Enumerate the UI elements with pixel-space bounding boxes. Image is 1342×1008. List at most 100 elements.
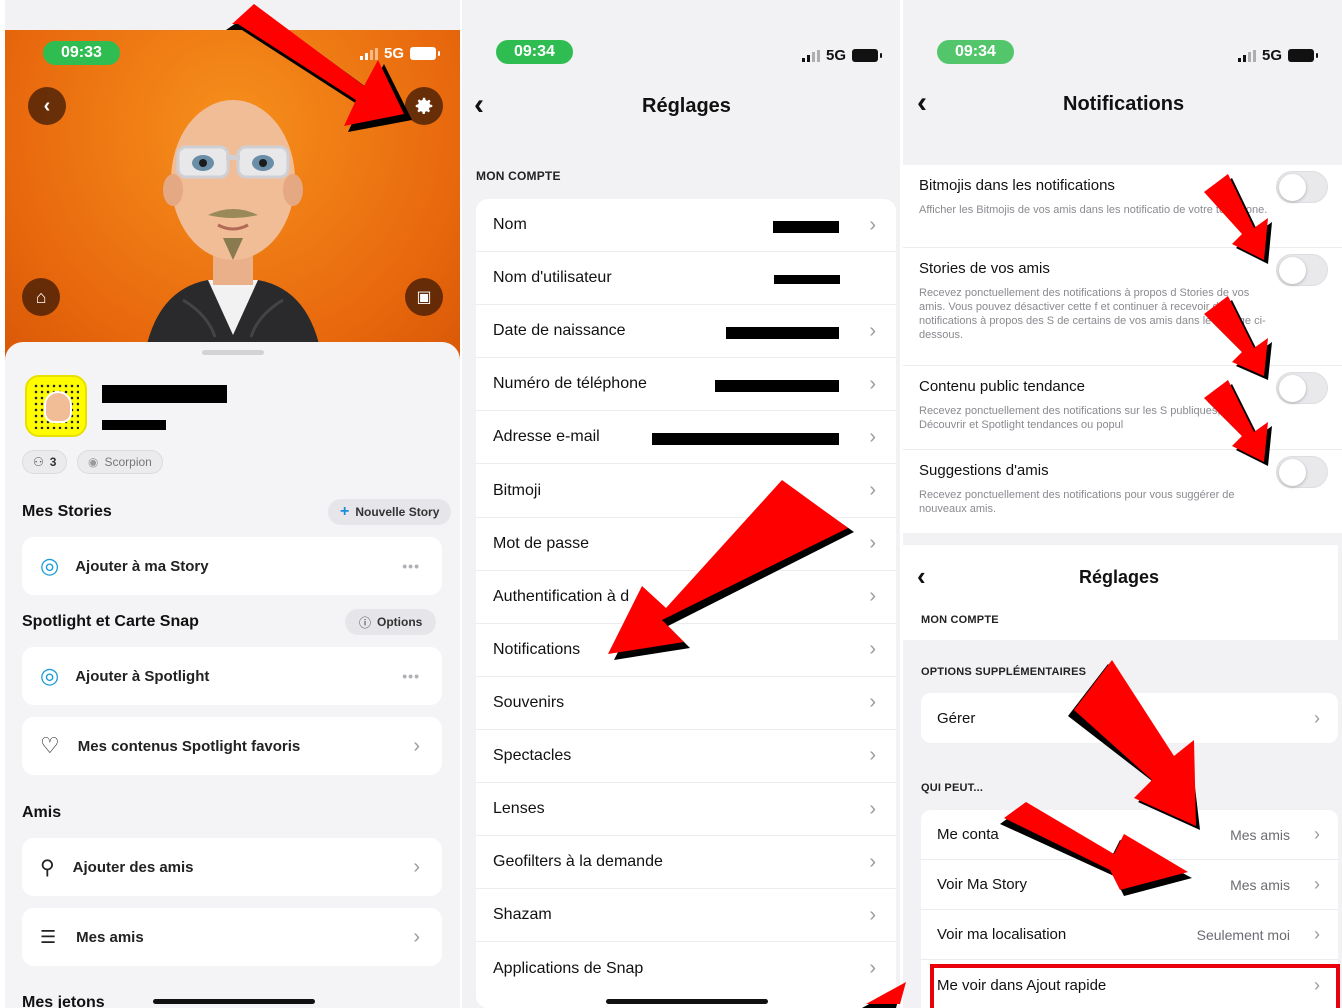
settings-row-birthday[interactable]: Date de naissance › [476, 305, 896, 359]
chevron-left-icon: ‹ [917, 86, 927, 119]
redacted-value [652, 433, 839, 446]
quick-add-highlight [930, 964, 1340, 1008]
manage-row[interactable]: Gérer › [921, 693, 1338, 743]
sheet-grabber[interactable] [202, 350, 264, 355]
profile-screen: 09:33 5G ‹ ⌂ ▣ ⚇ 3 ◉ Scorpion Mes Storie… [5, 0, 460, 1008]
settings-row-notifications[interactable]: Notifications › [476, 624, 896, 677]
signal-icon [1237, 49, 1256, 62]
network-label: 5G [1261, 47, 1282, 64]
chevron-right-icon: › [413, 925, 420, 948]
friends-title: Amis [22, 804, 62, 821]
settings-row-shazam[interactable]: Shazam › [476, 889, 896, 943]
settings-row-lenses[interactable]: Lenses › [476, 783, 896, 837]
settings-row-password[interactable]: Mot de passe › [476, 518, 896, 571]
who-row-story[interactable]: Voir Ma Story Mes amis › [921, 860, 1338, 910]
chevron-right-icon: › [413, 734, 420, 757]
page-title: Réglages [642, 95, 731, 117]
plus-icon: + [340, 503, 350, 520]
back-button[interactable]: ‹ [917, 88, 927, 118]
trending-toggle[interactable] [1276, 372, 1328, 404]
chevron-right-icon: › [869, 213, 876, 236]
spotlight-title: Spotlight et Carte Snap [22, 613, 199, 630]
battery-icon [410, 47, 440, 60]
bitmoji-header: 09:33 5G ‹ ⌂ ▣ [5, 30, 460, 360]
add-spotlight-card[interactable]: ◎ Ajouter à Spotlight ••• [22, 647, 442, 705]
settings-row-2fa[interactable]: Authentification à d › [476, 571, 896, 624]
settings-row-spectacles[interactable]: Spectacles › [476, 730, 896, 784]
more-icon[interactable]: ••• [402, 668, 420, 684]
friend-score-badge[interactable]: ⚇ 3 [22, 450, 68, 474]
settings-button[interactable] [405, 87, 443, 125]
my-friends-card[interactable]: ☰ Mes amis › [22, 908, 442, 966]
settings-row-bitmoji[interactable]: Bitmoji › [476, 464, 896, 518]
section-label: MON COMPTE [921, 614, 999, 626]
settings-list: Nom › Nom d'utilisateur Date de naissance… [476, 199, 896, 1008]
settings-row-name[interactable]: Nom › [476, 199, 896, 253]
friend-stories-toggle[interactable] [1276, 254, 1328, 286]
chevron-right-icon: › [413, 855, 420, 878]
status-icons: 5G [359, 45, 440, 62]
options-button[interactable]: ⓘ Options [345, 609, 437, 635]
who-row-contact[interactable]: Me conta Mes amis › [921, 810, 1338, 860]
camera-icon: ◎ [40, 663, 60, 688]
zodiac-badge[interactable]: ◉ Scorpion [77, 450, 163, 474]
more-icon[interactable]: ••• [402, 558, 420, 574]
chevron-right-icon: › [869, 957, 876, 980]
page-title: Réglages [1079, 567, 1160, 587]
redacted-value [774, 275, 840, 285]
chevron-right-icon: › [869, 479, 876, 502]
signal-icon [359, 47, 378, 60]
friends-list-icon: ☰ [40, 926, 57, 947]
settings-row-username[interactable]: Nom d'utilisateur [476, 252, 896, 306]
info-icon: ⓘ [359, 615, 372, 630]
bitmojis-toggle[interactable] [1276, 171, 1328, 203]
chevron-right-icon: › [869, 425, 876, 448]
who-row-location[interactable]: Voir ma localisation Seulement moi › [921, 910, 1338, 960]
notification-row-trending: Contenu public tendance Recevez ponctuel… [903, 366, 1342, 450]
settings-inset: ‹ Réglages MON COMPTE OPTIONS SUPPLÉMENT… [903, 545, 1342, 1008]
notification-row-bitmojis: Bitmojis dans les notifications Afficher… [903, 165, 1342, 248]
settings-row-email[interactable]: Adresse e-mail › [476, 411, 896, 465]
profile-sheet: ⚇ 3 ◉ Scorpion Mes Stories + Nouvelle Story… [5, 342, 460, 1008]
section-label: OPTIONS SUPPLÉMENTAIRES [921, 666, 1087, 678]
add-user-icon: ⚲ [40, 856, 55, 879]
options-list: Gérer › [921, 693, 1338, 743]
redacted-value [773, 221, 839, 233]
stories-title: Mes Stories [22, 503, 112, 520]
add-friends-card[interactable]: ⚲ Ajouter des amis › [22, 838, 442, 896]
wardrobe-button[interactable]: ⌂ [22, 278, 60, 316]
notification-row-friend-stories: Stories de vos amis Recevez ponctuelleme… [903, 248, 1342, 366]
section-label: MON COMPTE [476, 169, 561, 183]
chevron-right-icon: › [869, 744, 876, 767]
chevron-right-icon: › [869, 532, 876, 555]
settings-row-snap-apps[interactable]: Applications de Snap › [476, 942, 896, 995]
photo-button[interactable]: ▣ [405, 278, 443, 316]
back-button[interactable]: ‹ [917, 561, 926, 591]
chevron-left-icon: ‹ [474, 88, 484, 121]
new-story-button[interactable]: + Nouvelle Story [328, 499, 452, 525]
section-label: QUI PEUT... [921, 782, 984, 794]
settings-row-geofilters[interactable]: Geofilters à la demande › [476, 836, 896, 890]
settings-row-phone[interactable]: Numéro de téléphone › [476, 358, 896, 412]
back-button[interactable]: ‹ [474, 90, 484, 120]
chevron-right-icon: › [869, 319, 876, 342]
chevron-right-icon: › [1314, 924, 1320, 944]
battery-icon [852, 49, 882, 62]
spotlight-favorites-card[interactable]: ♡ Mes contenus Spotlight favoris › [22, 717, 442, 775]
back-button[interactable]: ‹ [28, 87, 66, 125]
home-indicator[interactable] [153, 999, 315, 1004]
network-label: 5G [825, 47, 846, 64]
chevron-right-icon: › [869, 850, 876, 873]
home-indicator[interactable] [606, 999, 768, 1004]
status-time: 09:33 [43, 41, 120, 65]
friend-suggestions-toggle[interactable] [1276, 456, 1328, 488]
add-story-card[interactable]: ◎ Ajouter à ma Story ••• [22, 537, 442, 595]
chevron-right-icon: › [869, 585, 876, 608]
status-icons: 5G [1237, 47, 1318, 64]
chevron-left-icon: ‹ [43, 94, 51, 117]
settings-row-memories[interactable]: Souvenirs › [476, 677, 896, 730]
settings-screen: 09:34 5G ‹ Réglages MON COMPTE Nom › Nom … [462, 0, 900, 1008]
chevron-right-icon: › [1314, 707, 1320, 728]
tokens-title: Mes jetons [22, 994, 105, 1008]
snapcode[interactable] [25, 375, 87, 437]
